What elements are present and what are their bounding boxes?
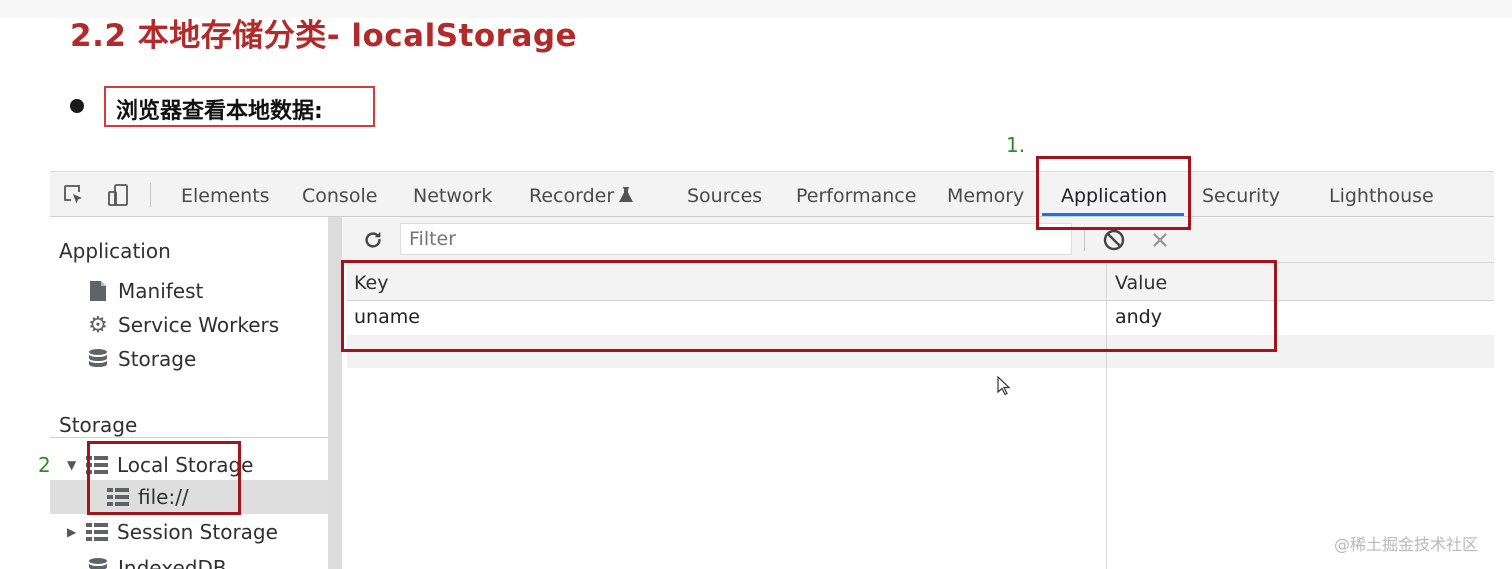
storage-toolbar bbox=[342, 217, 1494, 263]
sidebar-item-label: Manifest bbox=[118, 279, 204, 303]
refresh-icon[interactable] bbox=[360, 227, 386, 253]
file-icon bbox=[87, 280, 109, 302]
table-grid-icon bbox=[86, 521, 108, 543]
sidebar-divider bbox=[50, 437, 328, 438]
sidebar-item-indexeddb[interactable]: IndexedDB bbox=[87, 553, 227, 569]
tab-console[interactable]: Console bbox=[302, 185, 377, 207]
sidebar-header-storage: Storage bbox=[59, 413, 138, 437]
tab-elements[interactable]: Elements bbox=[181, 185, 270, 207]
tab-performance[interactable]: Performance bbox=[796, 185, 916, 207]
highlight-box-application-tab bbox=[1036, 156, 1191, 230]
highlight-box-storage-table bbox=[341, 260, 1277, 352]
application-sidebar: Application Manifest ⚙ Service Workers S… bbox=[50, 217, 328, 569]
database-icon bbox=[87, 557, 109, 569]
sidebar-item-label: Service Workers bbox=[118, 313, 280, 337]
sidebar-header-application: Application bbox=[59, 239, 171, 263]
devtools-panel: Elements Console Network Recorder Source… bbox=[50, 171, 1494, 569]
mouse-cursor-icon bbox=[997, 375, 1011, 400]
sidebar-item-storage[interactable]: Storage bbox=[87, 344, 196, 374]
tab-security[interactable]: Security bbox=[1202, 185, 1280, 207]
bullet-dot bbox=[70, 99, 84, 113]
tab-network[interactable]: Network bbox=[413, 185, 492, 207]
sidebar-item-session-storage[interactable]: ▶ Session Storage bbox=[67, 517, 278, 547]
tab-recorder[interactable]: Recorder bbox=[529, 185, 614, 207]
sidebar-item-label: Session Storage bbox=[117, 520, 278, 544]
highlight-box-local-storage bbox=[87, 441, 241, 515]
delete-selected-icon[interactable] bbox=[1148, 228, 1172, 252]
tab-lighthouse[interactable]: Lighthouse bbox=[1329, 185, 1434, 207]
sidebar-item-label: IndexedDB bbox=[118, 556, 227, 569]
toolbar-separator bbox=[150, 183, 151, 207]
expand-triangle-icon[interactable]: ▼ bbox=[67, 458, 79, 472]
bullet-text: 浏览器查看本地数据: bbox=[116, 99, 323, 124]
sidebar-resize-bar[interactable] bbox=[328, 217, 342, 569]
devtools-tab-bar: Elements Console Network Recorder Source… bbox=[50, 171, 1494, 217]
inspect-element-icon[interactable] bbox=[61, 182, 87, 208]
device-toolbar-icon[interactable] bbox=[105, 182, 131, 208]
filter-input[interactable] bbox=[400, 223, 1072, 255]
annotation-step-1: 1. bbox=[1006, 133, 1026, 157]
toolbar-separator bbox=[1084, 229, 1085, 251]
watermark: @稀土掘金技术社区 bbox=[1334, 535, 1479, 554]
collapse-triangle-icon[interactable]: ▶ bbox=[67, 525, 79, 539]
sidebar-item-service-workers[interactable]: ⚙ Service Workers bbox=[87, 310, 279, 340]
gear-icon: ⚙ bbox=[88, 312, 108, 338]
sidebar-item-label: Storage bbox=[118, 347, 197, 371]
slide-title: 2.2 本地存储分类- localStorage bbox=[70, 18, 578, 54]
sidebar-item-manifest[interactable]: Manifest bbox=[87, 276, 203, 306]
tab-memory[interactable]: Memory bbox=[947, 185, 1024, 207]
clear-all-icon[interactable] bbox=[1102, 228, 1126, 252]
flask-icon bbox=[618, 186, 634, 208]
database-icon bbox=[87, 348, 109, 370]
tab-sources[interactable]: Sources bbox=[687, 185, 762, 207]
